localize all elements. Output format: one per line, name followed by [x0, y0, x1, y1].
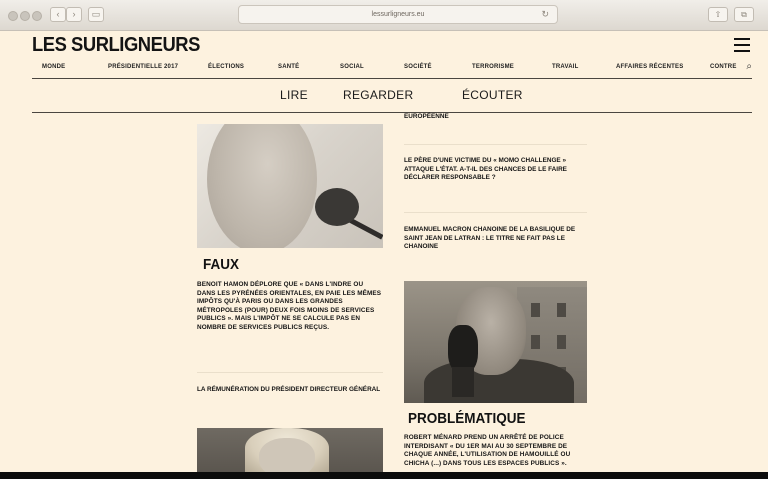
article-teaser-fragment[interactable]: EUROPÉENNE: [404, 113, 587, 122]
close-window-button[interactable]: [8, 11, 18, 21]
category-terrorisme[interactable]: TERRORISME: [472, 64, 514, 70]
nav-regarder[interactable]: REGARDER: [343, 88, 413, 102]
search-icon[interactable]: ⌕: [746, 61, 752, 72]
url-text: lessurligneurs.eu: [371, 11, 425, 18]
category-travail[interactable]: TRAVAIL: [552, 64, 579, 70]
article-photo-le-pen[interactable]: [197, 428, 383, 472]
reload-icon[interactable]: ↻: [541, 6, 549, 23]
category-monde[interactable]: MONDE: [42, 64, 65, 70]
article-summary[interactable]: ROBERT MÉNARD PREND UN ARRÊTÉ DE POLICE …: [404, 434, 594, 468]
article-summary[interactable]: BENOIT HAMON DÉPLORE QUE « DANS L'INDRE …: [197, 281, 383, 333]
forward-button[interactable]: ›: [66, 7, 82, 22]
nav-divider: [32, 78, 752, 79]
category-social[interactable]: SOCIAL: [340, 64, 364, 70]
category-nav: MONDE PRÉSIDENTIELLE 2017 ÉLECTIONS SANT…: [32, 61, 752, 76]
category-affaires-recentes[interactable]: AFFAIRES RÉCENTES: [616, 64, 683, 70]
main-nav-divider: [32, 112, 752, 113]
minimize-window-button[interactable]: [20, 11, 30, 21]
share-icon[interactable]: ⇧: [708, 7, 728, 22]
divider: [404, 212, 587, 213]
article-photo-hamon[interactable]: [197, 124, 383, 248]
category-contre[interactable]: CONTRE: [710, 64, 737, 70]
article-photo-menard[interactable]: [404, 281, 587, 403]
divider: [404, 144, 587, 145]
category-sante[interactable]: SANTÉ: [278, 64, 299, 70]
back-button[interactable]: ‹: [50, 7, 66, 22]
article-teaser[interactable]: EMMANUEL MACRON CHANOINE DE LA BASILIQUE…: [404, 226, 587, 252]
main-nav: LIRE REGARDER ÉCOUTER: [0, 88, 768, 106]
article-teaser[interactable]: LA RÉMUNÉRATION DU PRÉSIDENT DIRECTEUR G…: [197, 386, 383, 395]
sidebar-toggle-icon[interactable]: ▭: [88, 7, 104, 22]
category-elections[interactable]: ÉLECTIONS: [208, 64, 244, 70]
divider: [197, 372, 383, 373]
browser-window: ‹ › ▭ lessurligneurs.eu ↻ ⇧ ⧉ LES SURLIG…: [0, 0, 768, 472]
browser-titlebar: ‹ › ▭ lessurligneurs.eu ↻ ⇧ ⧉: [0, 0, 768, 31]
site-logo[interactable]: LES SURLIGNEURS: [32, 34, 200, 57]
tabs-icon[interactable]: ⧉: [734, 7, 754, 22]
category-societe[interactable]: SOCIÉTÉ: [404, 64, 432, 70]
verdict-label: FAUX: [203, 256, 240, 273]
hamburger-menu-icon[interactable]: [734, 38, 750, 54]
verdict-label: PROBLÉMATIQUE: [408, 410, 526, 427]
nav-lire[interactable]: LIRE: [280, 88, 308, 102]
nav-ecouter[interactable]: ÉCOUTER: [462, 88, 523, 102]
category-presidentielle[interactable]: PRÉSIDENTIELLE 2017: [108, 64, 178, 70]
article-teaser[interactable]: LE PÈRE D'UNE VICTIME DU « MOMO CHALLENG…: [404, 157, 587, 183]
address-bar[interactable]: lessurligneurs.eu ↻: [238, 5, 558, 24]
zoom-window-button[interactable]: [32, 11, 42, 21]
